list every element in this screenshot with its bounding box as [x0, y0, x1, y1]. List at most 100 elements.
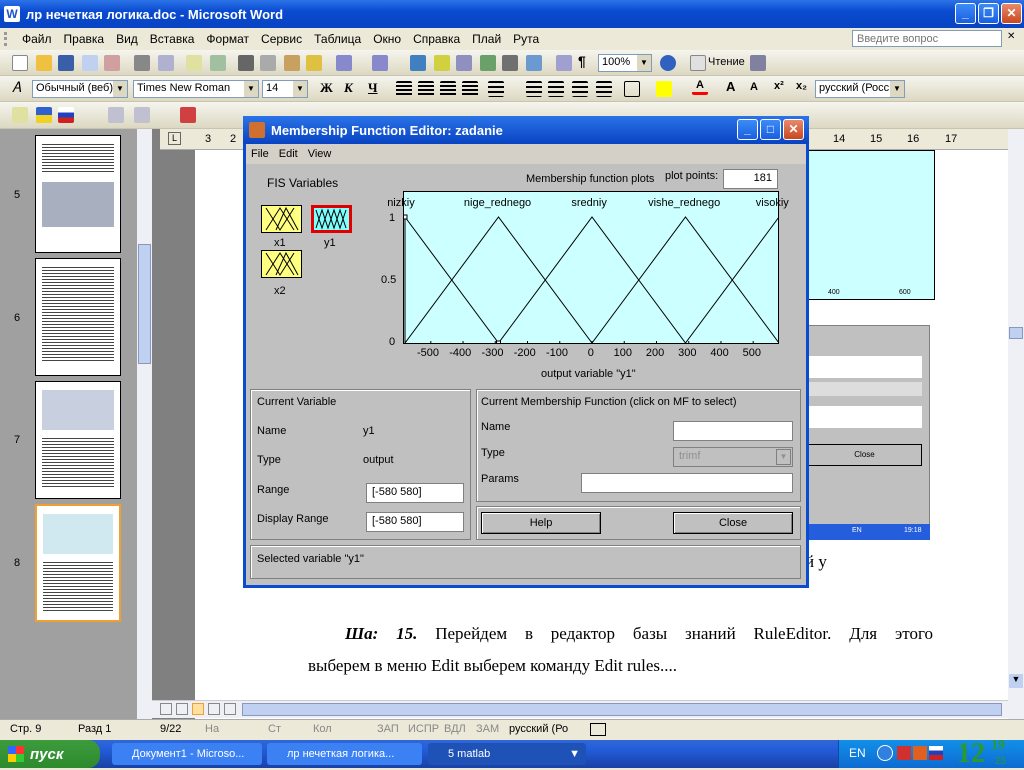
variable-y1-box[interactable] [311, 205, 352, 233]
doc-horizontal-scrollbar[interactable] [152, 700, 1008, 718]
task-document1[interactable]: Документ1 - Microso... [112, 743, 262, 765]
increase-indent-icon[interactable] [596, 81, 612, 97]
save-icon[interactable] [58, 55, 74, 71]
highlight-icon[interactable] [656, 81, 672, 97]
menu-ruta[interactable]: Рута [507, 32, 545, 46]
scroll-down-arrow-icon[interactable]: ▼ [1009, 674, 1023, 688]
mf-label-nige_rednego[interactable]: nige_rednego [464, 197, 531, 209]
insert-excel-icon[interactable] [480, 55, 496, 71]
start-button[interactable]: пуск [0, 740, 100, 768]
status-ext[interactable]: ВДЛ [444, 723, 466, 735]
research-icon[interactable] [210, 55, 226, 71]
menu-table[interactable]: Таблица [308, 32, 367, 46]
open-folder-icon[interactable] [36, 55, 52, 71]
line-spacing-icon[interactable] [488, 81, 504, 97]
status-trk[interactable]: ИСПР [408, 723, 439, 735]
addin-icon-2[interactable] [134, 107, 150, 123]
menu-format[interactable]: Формат [200, 32, 255, 46]
menu-tools[interactable]: Сервис [255, 32, 308, 46]
help-icon[interactable] [660, 55, 676, 71]
help-button[interactable]: Help [481, 512, 601, 534]
mf-type-select[interactable]: trimf ▼ [673, 447, 793, 467]
clock-hour[interactable]: 12 [957, 738, 985, 770]
columns-icon[interactable] [502, 55, 518, 71]
mf-editor-title-bar[interactable]: Membership Function Editor: zadanie _ □ … [243, 116, 809, 144]
print-preview-icon[interactable] [158, 55, 174, 71]
bold-button[interactable]: Ж [320, 80, 333, 96]
mf-plot[interactable] [403, 191, 779, 344]
menu-help[interactable]: Справка [407, 32, 466, 46]
mf-menu-file[interactable]: File [246, 148, 274, 160]
mf-menu-view[interactable]: View [303, 148, 337, 160]
menu-view[interactable]: Вид [110, 32, 144, 46]
menu-close-icon[interactable]: ✕ [1007, 31, 1015, 42]
h-scroll-thumb[interactable] [242, 703, 1002, 716]
reading-view-icon[interactable] [224, 703, 236, 715]
bullets-icon[interactable] [548, 81, 564, 97]
zoom-select[interactable]: 100% ▼ [598, 54, 652, 72]
shrink-font-icon[interactable]: A [750, 81, 766, 97]
plot-points-input[interactable]: 181 [723, 169, 778, 189]
web-view-icon[interactable] [176, 703, 188, 715]
document-map-icon[interactable] [556, 55, 572, 71]
ukraine-flag-icon[interactable] [36, 107, 52, 123]
thumbnail-scrollbar[interactable] [137, 129, 152, 719]
mf-menu-edit[interactable]: Edit [274, 148, 303, 160]
menu-window[interactable]: Окно [367, 32, 407, 46]
language-select[interactable]: русский (Росс ▼ [815, 80, 905, 98]
font-color-icon[interactable]: A [692, 79, 708, 95]
grow-font-icon[interactable]: A [726, 79, 742, 95]
read-mode-icon[interactable] [690, 55, 706, 71]
thumbnail-scroll-thumb[interactable] [138, 244, 151, 364]
styles-icon[interactable]: 𝐴 [12, 79, 28, 95]
mf-handle[interactable] [403, 214, 408, 220]
close-button[interactable]: ✕ [1001, 3, 1022, 24]
font-select[interactable]: Times New Roman ▼ [133, 80, 259, 98]
status-ovr[interactable]: ЗАМ [476, 723, 499, 735]
mf-line-vishe_rednego[interactable] [591, 216, 779, 343]
menu-plai[interactable]: Плай [466, 32, 507, 46]
doc-scroll-thumb[interactable] [1009, 327, 1023, 339]
menu-edit[interactable]: Правка [58, 32, 111, 46]
word-app-icon[interactable]: W [4, 6, 20, 22]
undo-icon[interactable] [336, 55, 352, 71]
russia-flag-icon[interactable] [58, 107, 74, 123]
doc-vertical-scrollbar[interactable]: ▼ [1008, 129, 1024, 719]
variable-x1-box[interactable] [261, 205, 302, 233]
mf-label-vishe_rednego[interactable]: vishe_rednego [648, 197, 720, 209]
read-button[interactable]: Чтение [708, 56, 745, 68]
mf-label-nizkiy[interactable]: nizkiy [387, 197, 415, 209]
italic-button[interactable]: К [344, 80, 353, 96]
variable-x2-box[interactable] [261, 250, 302, 278]
align-right-icon[interactable] [440, 81, 456, 97]
mf-maximize-button[interactable]: □ [760, 119, 781, 140]
mf-minimize-button[interactable]: _ [737, 119, 758, 140]
print-view-icon[interactable] [192, 703, 204, 715]
mf-handle[interactable] [496, 340, 501, 344]
thumbnail-page[interactable] [35, 258, 121, 376]
tables-borders-icon[interactable] [434, 55, 450, 71]
mf-line-sredniy[interactable] [498, 216, 686, 343]
menu-insert[interactable]: Вставка [144, 32, 201, 46]
align-left-icon[interactable] [396, 81, 412, 97]
tray-app-icon-2[interactable] [913, 746, 927, 760]
mf-name-input[interactable] [673, 421, 793, 441]
task-lr-document[interactable]: лр нечеткая логика... [267, 743, 422, 765]
drawing-icon[interactable] [526, 55, 542, 71]
insert-table-icon[interactable] [456, 55, 472, 71]
menu-grip[interactable] [4, 32, 14, 46]
display-range-input[interactable]: [-580 580] [366, 512, 464, 532]
spelling-icon[interactable] [186, 55, 202, 71]
restore-button[interactable]: ❐ [978, 3, 999, 24]
align-center-icon[interactable] [418, 81, 434, 97]
style-select[interactable]: Обычный (веб) ▼ [32, 80, 128, 98]
minimize-button[interactable]: _ [955, 3, 976, 24]
normal-view-icon[interactable] [160, 703, 172, 715]
tray-flag-icon[interactable] [929, 746, 943, 760]
range-input[interactable]: [-580 580] [366, 483, 464, 503]
mf-params-input[interactable] [581, 473, 793, 493]
copy-icon[interactable] [260, 55, 276, 71]
font-size-select[interactable]: 14 ▼ [262, 80, 308, 98]
underline-button[interactable]: Ч [368, 80, 378, 96]
mf-label-sredniy[interactable]: sredniy [571, 197, 606, 209]
